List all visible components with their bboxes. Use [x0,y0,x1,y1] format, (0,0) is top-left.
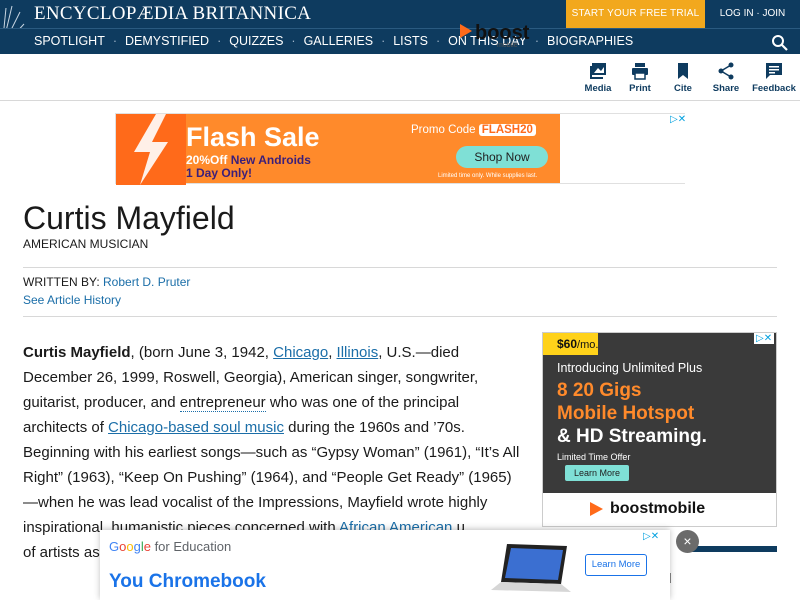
link-illinois[interactable]: Illinois [337,344,379,361]
ad-headline: Flash Sale [186,122,320,152]
ad-choices-icon[interactable]: ▷✕ [643,531,659,542]
banner-ad[interactable]: Flash Sale 20%Off New Androids 1 Day Onl… [115,113,685,185]
side-ad-learn-more-button[interactable]: Learn More [565,465,629,481]
share-button[interactable]: Share [704,62,748,94]
link-soul-music[interactable]: Chicago-based soul music [108,419,284,436]
feedback-icon [766,63,782,79]
feedback-label: Feedback [752,83,796,94]
login-join-link[interactable]: LOG IN · JOIN [705,0,800,28]
cite-label: Cite [674,83,692,94]
side-ad-limited: Limited Time Offer [557,452,631,462]
nav-lists[interactable]: LISTS [393,34,428,48]
media-button[interactable]: Media [576,62,620,94]
media-label: Media [584,83,612,94]
nav-biographies[interactable]: BIOGRAPHIES [547,34,633,48]
link-chicago[interactable]: Chicago [273,344,328,361]
search-icon[interactable] [771,34,788,51]
google-education-logo: Google for Education [109,539,232,554]
share-icon [718,62,734,80]
print-icon [632,63,648,80]
site-logo[interactable]: ENCYCLOPÆDIA BRITANNICA [34,3,311,25]
article-history-link[interactable]: See Article History [23,293,121,307]
bottom-ad-headline: You Chromebook [109,571,266,592]
bookmark-icon [678,63,688,79]
side-ad-hd: & HD Streaming. [557,426,707,447]
promo-code: Promo Code FLASH20 [411,124,536,136]
link-entrepreneur[interactable]: entrepreneur [179,394,266,412]
cite-button[interactable]: Cite [661,62,705,94]
boost-brand-sub: mobile [497,42,518,49]
ad-logo-area [560,114,685,183]
divider [23,316,777,317]
ad-choices-icon[interactable]: ▷✕ [754,333,775,344]
side-ad-intro: Introducing Unlimited Plus [557,361,703,375]
author-link[interactable]: Robert D. Pruter [103,275,190,289]
nav-galleries[interactable]: GALLERIES [304,34,373,48]
lightning-bolt-icon [116,114,186,185]
price-badge: $60/mo. [543,333,598,355]
print-label: Print [629,83,651,94]
article-toolbar: Media Print Cite Share Feedback [0,54,800,101]
free-trial-button[interactable]: START YOUR FREE TRIAL [566,0,705,28]
bottom-sticky-ad[interactable]: Google for Education You Chromebook Lear… [100,530,670,600]
boostmobile-brand: boostmobile [610,500,706,517]
ad-choices-icon[interactable]: ▷✕ [670,114,686,125]
close-ad-button[interactable]: × [676,530,699,553]
ad-offer: 20%Off New Androids 1 Day Only! [186,153,311,180]
page-subtitle: AMERICAN MUSICIAN [23,237,149,251]
bottom-ad-learn-more-button[interactable]: Learn More [585,554,647,576]
shop-now-button[interactable]: Shop Now [456,146,548,168]
divider [23,267,777,268]
ad-fine-print: Limited time only. While supplies last. [438,173,538,179]
page-title: Curtis Mayfield [23,200,235,236]
media-icon [590,63,606,79]
byline: WRITTEN BY: Robert D. Pruter [23,275,191,289]
side-ad[interactable]: $60/mo. Introducing Unlimited Plus 8 20 … [542,332,777,527]
top-bar: ENCYCLOPÆDIA BRITANNICA START YOUR FREE … [0,0,800,49]
nav-demystified[interactable]: DEMYSTIFIED [125,34,209,48]
share-label: Share [712,83,740,94]
chromebook-laptop-icon [491,544,571,592]
nav-quizzes[interactable]: QUIZZES [229,34,283,48]
feedback-button[interactable]: Feedback [751,62,797,94]
nav-spotlight[interactable]: SPOTLIGHT [34,34,105,48]
subject-name: Curtis Mayfield [23,344,131,361]
sidebar-module: d [663,546,777,600]
print-button[interactable]: Print [618,62,662,94]
main-nav: SPOTLIGHT · DEMYSTIFIED · QUIZZES · GALLERI… [0,28,800,54]
side-ad-features: 8 20 Gigs Mobile Hotspot [557,380,695,424]
